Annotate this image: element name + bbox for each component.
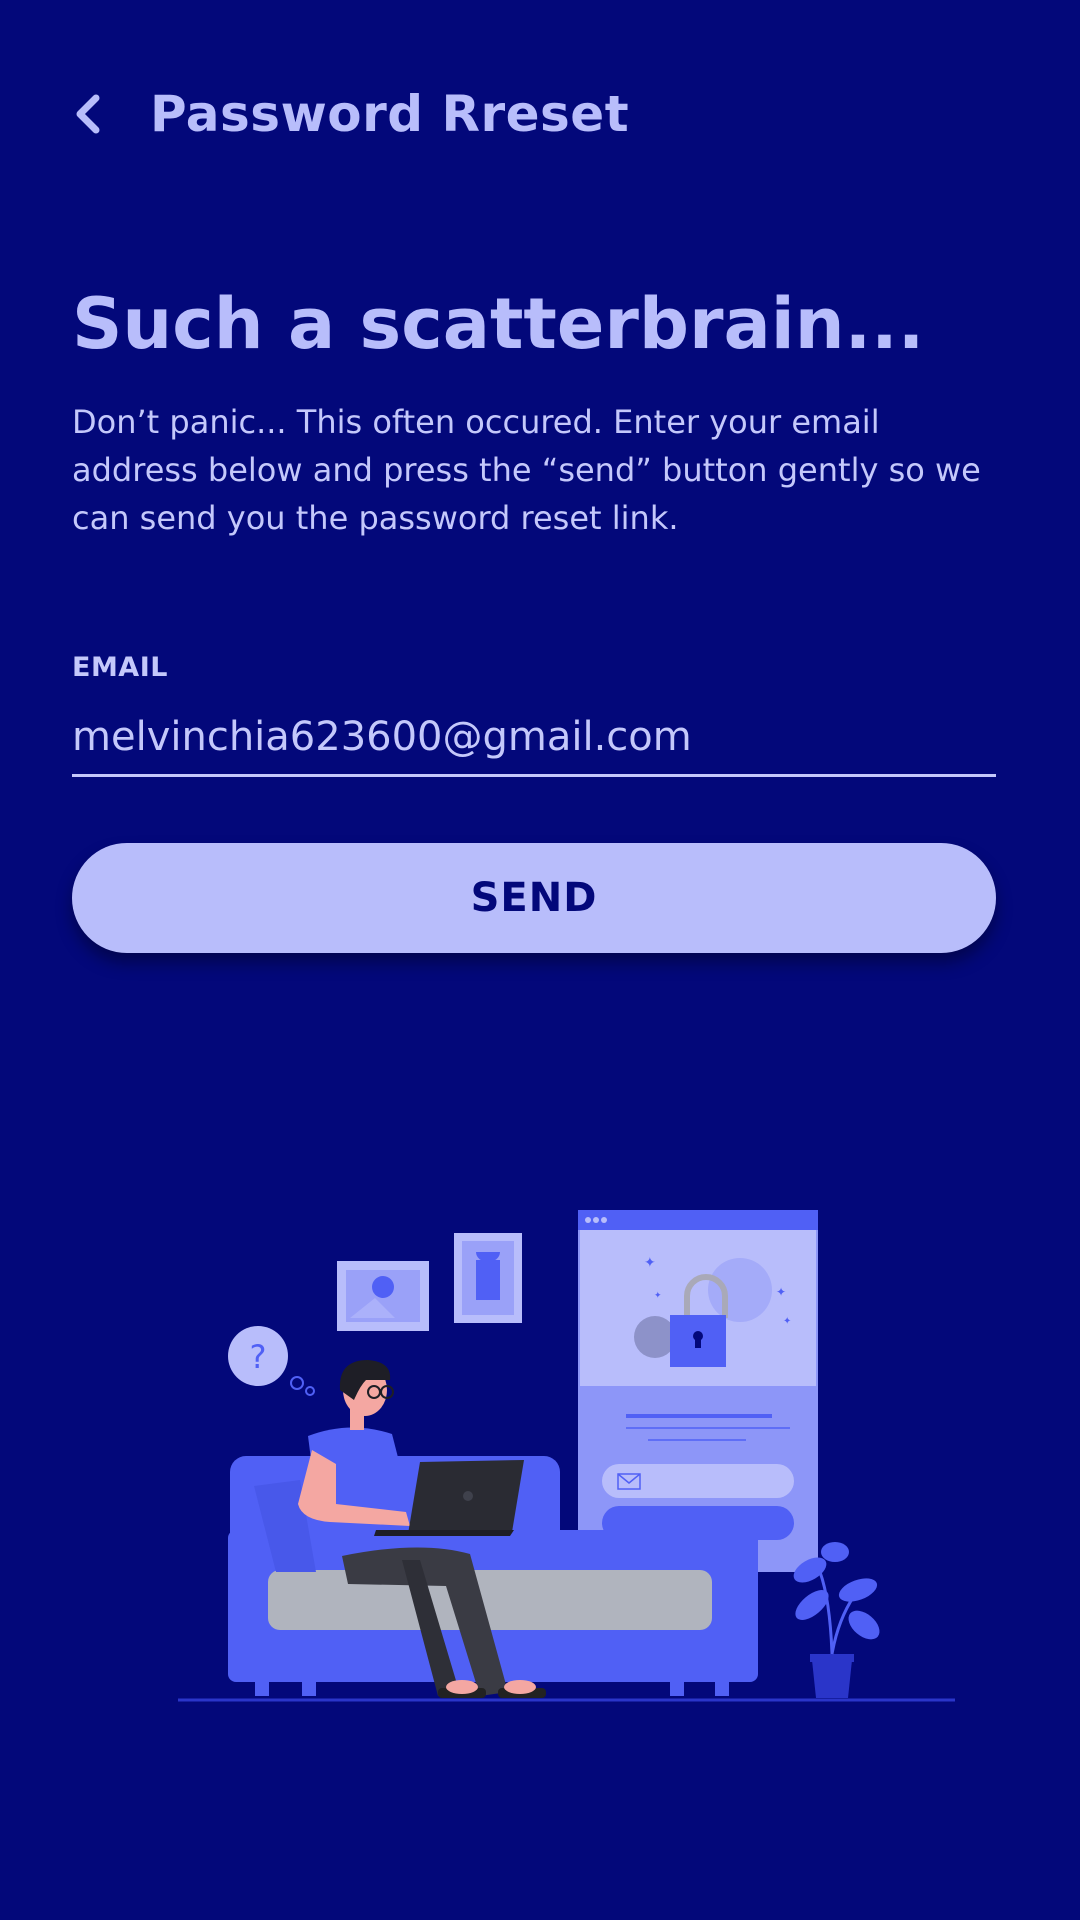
svg-text:✦: ✦ <box>644 1255 656 1271</box>
small-frame <box>454 1233 522 1323</box>
potted-plant <box>793 1542 880 1698</box>
email-field[interactable] <box>72 700 996 777</box>
chevron-left-icon <box>76 94 100 134</box>
send-button[interactable]: SEND <box>72 843 996 953</box>
password-reset-illustration: ? ✦ ✦ ✦ ✦ <box>178 1210 955 1702</box>
svg-text:✦: ✦ <box>783 1316 791 1327</box>
headline: Such a scatterbrain... <box>72 283 925 365</box>
back-button[interactable] <box>72 78 112 150</box>
login-window: ✦ ✦ ✦ ✦ <box>578 1210 818 1572</box>
picture-frame <box>337 1261 429 1331</box>
svg-text:✦: ✦ <box>654 1291 662 1301</box>
svg-text:?: ? <box>250 1338 267 1376</box>
header: Password Rreset <box>72 78 629 150</box>
page-title: Password Rreset <box>150 85 630 143</box>
email-label: EMAIL <box>72 652 168 683</box>
svg-text:✦: ✦ <box>776 1285 786 1299</box>
description-text: Don’t panic... This often occured. Enter… <box>72 403 981 537</box>
question-bubble-icon: ? <box>228 1326 315 1396</box>
